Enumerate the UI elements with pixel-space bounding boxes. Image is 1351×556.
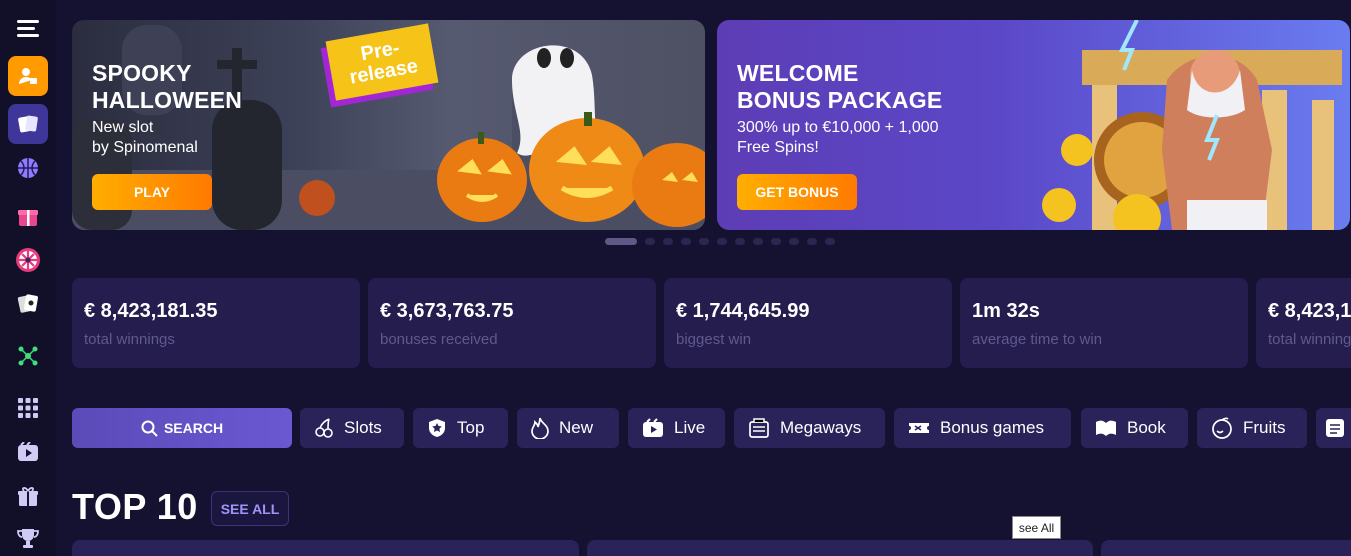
sidebar <box>0 0 56 556</box>
banner-subtitle: New slot by Spinomenal <box>92 119 198 156</box>
app-root: Pre- release SPOOKY HALLOWEEN New slot b… <box>0 0 1351 556</box>
stat-value: € 8,423,181.35 <box>84 300 218 322</box>
play-button[interactable]: PLAY <box>92 174 212 210</box>
category-label: Book <box>1127 418 1166 437</box>
gift-box-icon[interactable] <box>8 196 48 236</box>
carousel-dot[interactable] <box>771 237 781 245</box>
category-label: Live <box>674 418 706 437</box>
category-live[interactable]: Live <box>628 408 725 448</box>
game-card[interactable] <box>72 540 579 556</box>
carousel-dot[interactable] <box>605 237 637 245</box>
stat-label: biggest win <box>676 331 752 348</box>
tooltip: see All <box>1012 516 1061 539</box>
banner-title: WELCOME BONUS PACKAGE <box>737 60 943 113</box>
stat-card: 1m 32s average time to win <box>960 278 1248 368</box>
cherry-icon <box>315 418 333 438</box>
get-bonus-button[interactable]: GET BONUS <box>737 174 857 210</box>
section-title: TOP 10 <box>72 486 198 527</box>
stat-value: 1m 32s <box>972 300 1040 322</box>
category-top[interactable]: Top <box>413 408 508 448</box>
carousel-dot[interactable] <box>753 237 763 245</box>
carousel-dot[interactable] <box>717 237 727 245</box>
category-megaways[interactable]: Megaways <box>734 408 885 448</box>
carousel-dot[interactable] <box>663 237 673 245</box>
flame-icon <box>531 417 549 439</box>
category-label: Slots <box>344 418 382 437</box>
network-icon[interactable] <box>8 336 48 376</box>
carousel-dots <box>605 237 835 245</box>
book-icon <box>1096 420 1116 436</box>
category-new[interactable]: New <box>517 408 619 448</box>
carousel-dot[interactable] <box>825 237 835 245</box>
playing-cards-icon[interactable] <box>8 284 48 324</box>
halloween-banner[interactable]: Pre- release SPOOKY HALLOWEEN New slot b… <box>72 20 705 230</box>
fruit-icon <box>1212 417 1232 439</box>
category-label: New <box>559 418 594 437</box>
ticket-icon <box>909 423 929 433</box>
basketball-icon[interactable] <box>8 148 48 188</box>
gift-icon[interactable] <box>12 480 44 512</box>
stat-card: € 8,423,181.35 total winnings <box>1256 278 1351 368</box>
trophy-icon[interactable] <box>12 522 44 554</box>
wheel-icon[interactable] <box>8 240 48 280</box>
stat-card: € 8,423,181.35 total winnings <box>72 278 360 368</box>
category-more[interactable] <box>1316 408 1351 448</box>
carousel-dot[interactable] <box>681 237 691 245</box>
star-shield-icon <box>429 419 445 437</box>
stat-card: € 1,744,645.99 biggest win <box>664 278 952 368</box>
game-card[interactable] <box>1101 540 1351 556</box>
search-label: SEARCH <box>163 420 224 436</box>
video-icon[interactable] <box>12 436 44 468</box>
category-label: Bonus games <box>940 418 1044 437</box>
stat-label: average time to win <box>972 331 1103 348</box>
carousel-dot[interactable] <box>645 237 655 245</box>
grid-icon[interactable] <box>12 392 44 424</box>
stat-card: € 3,673,763.75 bonuses received <box>368 278 656 368</box>
stat-value: € 3,673,763.75 <box>380 300 514 322</box>
see-all-button[interactable]: SEE ALL <box>211 491 289 526</box>
category-slots[interactable]: Slots <box>300 408 404 448</box>
category-label: Top <box>457 418 485 437</box>
stat-label: bonuses received <box>380 331 498 348</box>
stat-label: total winnings <box>1268 331 1351 348</box>
category-label: Megaways <box>780 418 862 437</box>
welcome-bonus-banner[interactable]: WELCOME BONUS PACKAGE 300% up to €10,000… <box>717 20 1350 230</box>
carousel-dot[interactable] <box>789 237 799 245</box>
search-icon <box>141 420 158 437</box>
category-bonus-games[interactable]: Bonus games <box>894 408 1071 448</box>
live-play-icon <box>643 418 663 437</box>
banner-title: SPOOKY HALLOWEEN <box>92 60 243 113</box>
stat-label: total winnings <box>84 331 175 348</box>
stat-value: € 1,744,645.99 <box>676 300 810 322</box>
game-card[interactable] <box>587 540 1093 556</box>
carousel-dot[interactable] <box>807 237 817 245</box>
cards-icon[interactable] <box>8 104 48 144</box>
user-icon[interactable] <box>8 56 48 96</box>
search-button[interactable]: SEARCH <box>72 408 292 448</box>
stat-value: € 8,423,181.35 <box>1268 300 1351 322</box>
category-book[interactable]: Book <box>1081 408 1188 448</box>
category-fruits[interactable]: Fruits <box>1197 408 1307 448</box>
slot-machine-icon <box>749 418 769 438</box>
carousel-dot[interactable] <box>699 237 709 245</box>
menu-icon[interactable] <box>12 12 44 44</box>
banner-subtitle: 300% up to €10,000 + 1,000 Free Spins! <box>737 119 939 156</box>
more-category-icon <box>1326 419 1344 437</box>
category-label: Fruits <box>1243 418 1286 437</box>
carousel-dot[interactable] <box>735 237 745 245</box>
